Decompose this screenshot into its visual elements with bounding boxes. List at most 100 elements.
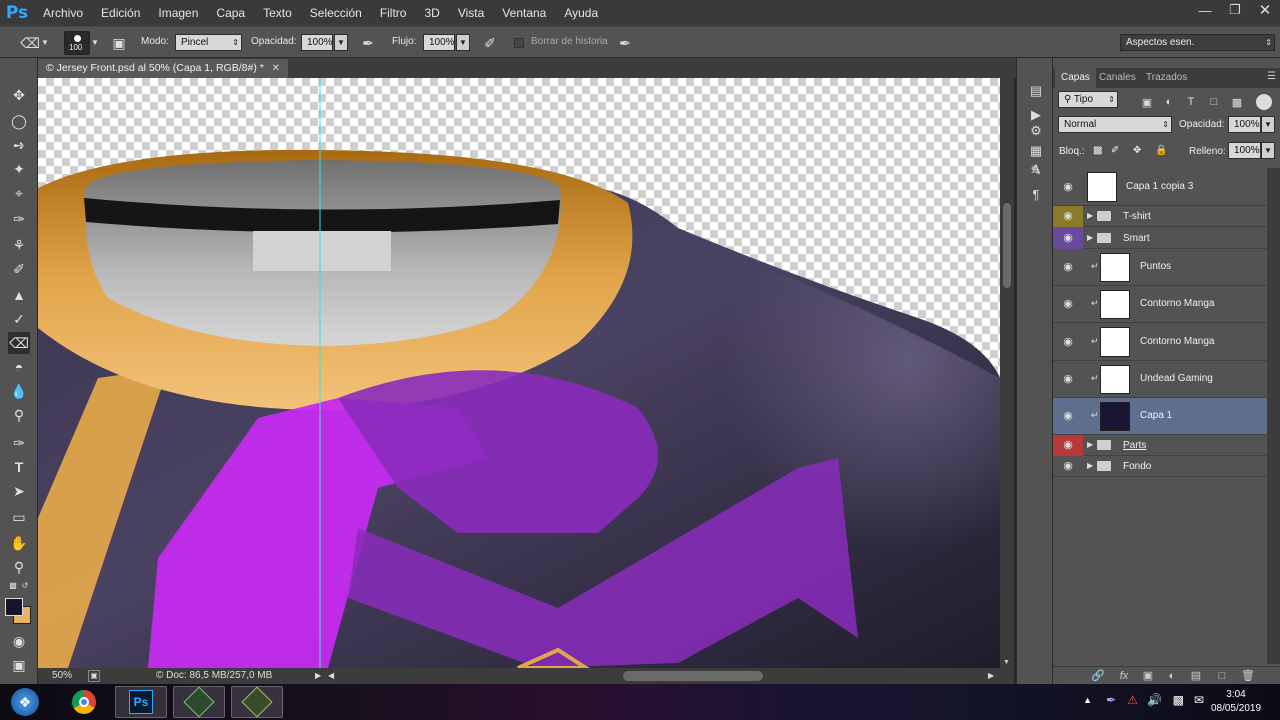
move-tool-icon[interactable]: ✥ (8, 84, 30, 106)
history-checkbox[interactable] (514, 38, 524, 48)
workspace-select[interactable]: Aspectos esen. ⇕ (1120, 34, 1275, 51)
clone-stamp-tool-icon[interactable]: ▲ (8, 284, 30, 306)
history-brush-tool-icon[interactable]: ✓ (8, 308, 30, 330)
filter-pixel-icon[interactable]: ▣ (1139, 96, 1155, 110)
eraser-tool-icon[interactable]: ⌫ (20, 34, 40, 52)
layer-group-row[interactable]: ◉ ▶ Smart (1053, 227, 1267, 249)
visibility-eye-icon[interactable]: ◉ (1059, 436, 1077, 454)
menu-vista[interactable]: Vista (449, 0, 493, 26)
menu-imagen[interactable]: Imagen (149, 0, 207, 26)
airbrush-icon[interactable]: ✐ (480, 34, 500, 52)
brush-tool-icon[interactable]: ✐ (8, 258, 30, 280)
marquee-tool-icon[interactable]: ◯ (8, 110, 30, 132)
restore-icon[interactable]: ❐ (1220, 0, 1250, 20)
path-selection-tool-icon[interactable]: ➤ (8, 480, 30, 502)
opacity-input[interactable]: 100% (301, 34, 333, 51)
filter-kind-select[interactable]: ⚲ Tipo ⇕ (1058, 91, 1118, 108)
taskbar-app-3[interactable] (173, 686, 225, 718)
lock-transparent-icon[interactable]: ▩ (1093, 145, 1102, 156)
layer-style-icon[interactable]: fx (1115, 668, 1133, 684)
start-button[interactable]: ❖ (0, 686, 50, 718)
visibility-eye-icon[interactable]: ◉ (1059, 295, 1077, 313)
language-icon[interactable]: ✉ (1194, 693, 1204, 707)
expand-arrow-icon[interactable]: ▶ (1087, 440, 1093, 449)
eraser-tool-icon[interactable]: ⌫ (8, 332, 30, 354)
status-info-icon[interactable]: ▣ (88, 670, 100, 682)
close-icon[interactable]: ✕ (1250, 0, 1280, 20)
lock-position-icon[interactable]: ✥ (1133, 145, 1141, 156)
type-tool-icon[interactable]: T (8, 456, 30, 478)
visibility-eye-icon[interactable]: ◉ (1059, 258, 1077, 276)
expand-arrow-icon[interactable]: ▶ (1087, 233, 1093, 242)
visibility-eye-icon[interactable]: ◉ (1059, 229, 1077, 247)
vertical-scrollbar[interactable]: ▼ (1000, 78, 1014, 668)
layer-row[interactable]: ◉ ↵ Contorno Manga (1053, 323, 1267, 361)
tool-preset-dropdown-icon[interactable]: ▼ (40, 34, 50, 52)
new-group-icon[interactable]: ▤ (1187, 668, 1205, 684)
taskbar-chrome[interactable] (58, 686, 110, 718)
tray-expand-icon[interactable]: ▲ (1083, 695, 1092, 705)
layer-group-row[interactable]: ◉ ▶ Parts (1053, 435, 1267, 456)
healing-brush-tool-icon[interactable]: ⚘ (8, 234, 30, 256)
delete-layer-icon[interactable]: 🗑 (1239, 668, 1257, 684)
visibility-eye-icon[interactable]: ◉ (1059, 178, 1077, 196)
layer-group-row[interactable]: ◉ ▶ T-shirt (1053, 206, 1267, 227)
link-layers-icon[interactable]: 🔗 (1089, 668, 1107, 684)
volume-icon[interactable]: 🔊 (1147, 693, 1162, 707)
layer-group-row[interactable]: ◉ ▶ Fondo (1053, 456, 1267, 477)
visibility-eye-icon[interactable]: ◉ (1059, 207, 1077, 225)
quick-selection-tool-icon[interactable]: ✦ (8, 158, 30, 180)
fill-input[interactable]: 100% (1228, 142, 1261, 159)
layer-opacity-dropdown-icon[interactable]: ▼ (1261, 116, 1275, 133)
layer-row[interactable]: ◉ Capa 1 copia 3 (1053, 168, 1267, 206)
menu-seleccion[interactable]: Selección (301, 0, 371, 26)
lock-paint-icon[interactable]: ✐ (1111, 145, 1119, 156)
add-mask-icon[interactable]: ▣ (1139, 668, 1157, 684)
tab-trazados[interactable]: Trazados (1140, 68, 1193, 88)
dodge-tool-icon[interactable]: ⚲ (8, 404, 30, 426)
pen-tray-icon[interactable]: ✒ (1106, 693, 1116, 707)
vertical-scroll-thumb[interactable] (1003, 203, 1011, 288)
pressure-opacity-icon[interactable]: ✒ (358, 34, 378, 52)
menu-ayuda[interactable]: Ayuda (555, 0, 607, 26)
character-panel-icon[interactable]: A (1025, 158, 1047, 180)
brush-size-picker[interactable]: 100 (64, 31, 90, 55)
lasso-tool-icon[interactable]: ➺ (8, 134, 30, 156)
blend-mode-select[interactable]: Normal ⇕ (1058, 116, 1172, 133)
quick-mask-icon[interactable]: ◉ (8, 630, 30, 652)
scroll-down-icon[interactable]: ▼ (1003, 659, 1010, 666)
filter-adjustment-icon[interactable]: ◐ (1161, 96, 1177, 110)
scroll-right-icon[interactable]: ▶ (988, 668, 994, 684)
tab-canales[interactable]: Canales (1093, 68, 1142, 88)
menu-archivo[interactable]: Archivo (34, 0, 92, 26)
menu-ventana[interactable]: Ventana (493, 0, 555, 26)
filter-shape-icon[interactable]: □ (1206, 96, 1222, 110)
mode-select[interactable]: Pincel ⇕ (175, 34, 242, 51)
menu-texto[interactable]: Texto (254, 0, 301, 26)
layer-row[interactable]: ◉ ↵ Undead Gaming (1053, 361, 1267, 398)
filter-smart-object-icon[interactable]: ▩ (1229, 96, 1245, 110)
minimize-icon[interactable]: — (1190, 0, 1220, 20)
notification-tray-icon[interactable]: ⚠ (1127, 693, 1138, 707)
crop-tool-icon[interactable]: ⌖ (8, 182, 30, 204)
hand-tool-icon[interactable]: ✋ (8, 532, 30, 554)
pressure-size-icon[interactable]: ✒ (615, 34, 635, 52)
scroll-left-icon[interactable]: ◀ (328, 668, 334, 684)
clock[interactable]: 3:04 08/05/2019 (1206, 688, 1266, 716)
menu-3d[interactable]: 3D (415, 0, 448, 26)
visibility-eye-icon[interactable]: ◉ (1059, 407, 1077, 425)
pen-tool-icon[interactable]: ✑ (8, 432, 30, 454)
filter-toggle[interactable] (1256, 94, 1272, 110)
zoom-tool-icon[interactable]: ⚲ (8, 556, 30, 578)
expand-arrow-icon[interactable]: ▶ (1087, 211, 1093, 220)
properties-panel-icon[interactable]: ⚙ (1025, 120, 1047, 142)
blur-tool-icon[interactable]: 💧 (8, 380, 30, 402)
visibility-eye-icon[interactable]: ◉ (1059, 370, 1077, 388)
zoom-level[interactable]: 50% (52, 668, 72, 684)
network-icon[interactable]: ▩ (1173, 693, 1184, 707)
flow-input[interactable]: 100% (423, 34, 455, 51)
layer-row[interactable]: ◉ ↵ Contorno Manga (1053, 286, 1267, 323)
status-menu-icon[interactable]: ▶ (315, 668, 321, 684)
menu-capa[interactable]: Capa (207, 0, 254, 26)
visibility-eye-icon[interactable]: ◉ (1059, 457, 1077, 475)
